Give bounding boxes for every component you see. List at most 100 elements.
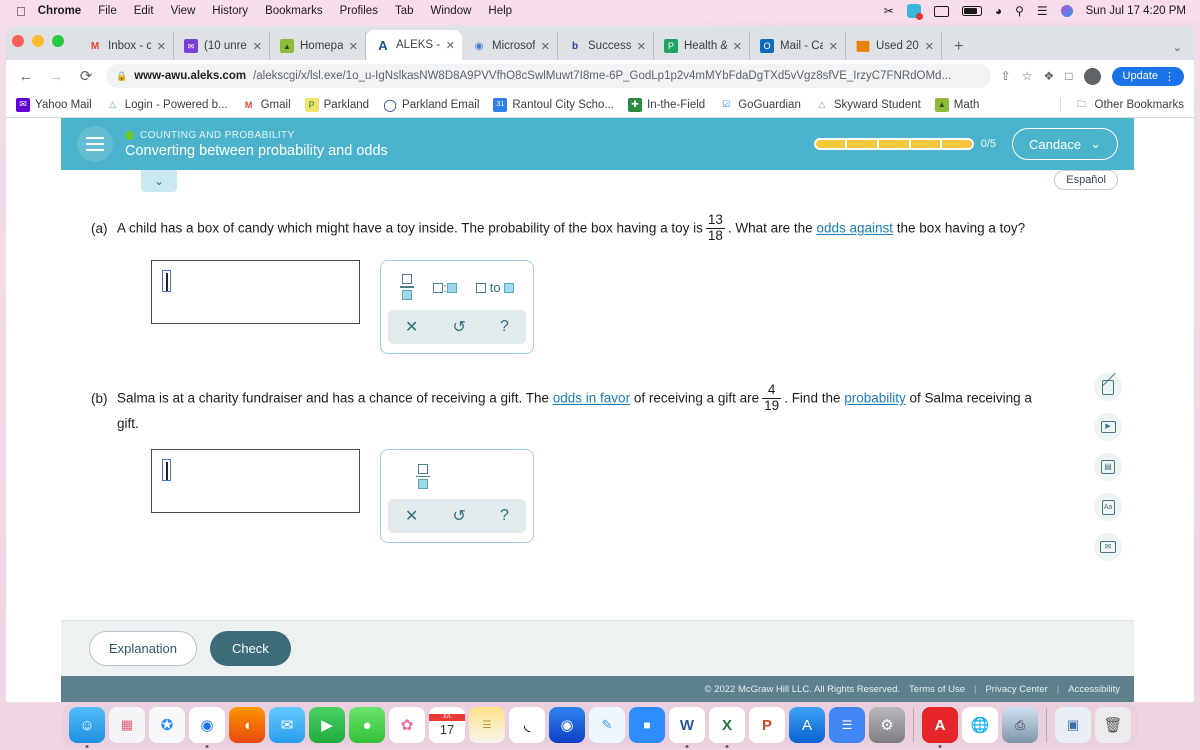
check-button[interactable]: Check bbox=[209, 631, 291, 666]
hamburger-icon[interactable] bbox=[77, 126, 113, 162]
dock-system-preferences[interactable]: ⚙ bbox=[869, 707, 905, 743]
close-tab-button[interactable]: ✕ bbox=[637, 40, 646, 53]
close-tab-button[interactable]: ✕ bbox=[541, 40, 550, 53]
answer-input-a[interactable] bbox=[151, 260, 360, 325]
spotlight-search-icon[interactable]: ⚲ bbox=[1015, 4, 1024, 18]
probability-link[interactable]: probability bbox=[844, 391, 906, 406]
side-panel-icon[interactable]: □ bbox=[1065, 69, 1072, 83]
close-tab-button[interactable]: ✕ bbox=[925, 40, 934, 53]
bookmark-login[interactable]: △ Login - Powered b... bbox=[106, 98, 227, 112]
dock-safari[interactable]: ✪ bbox=[149, 707, 185, 743]
maximize-window-button[interactable] bbox=[52, 35, 64, 47]
minimize-window-button[interactable] bbox=[32, 35, 44, 47]
bookmark-parkland-email[interactable]: ◯ Parkland Email bbox=[383, 98, 479, 112]
help-button[interactable]: ? bbox=[492, 318, 517, 336]
dock-notes[interactable]: ☰ bbox=[469, 707, 505, 743]
dock-acrobat[interactable]: A bbox=[922, 707, 958, 743]
dock-calendar[interactable]: JUL 17 bbox=[429, 707, 465, 743]
close-window-button[interactable] bbox=[12, 35, 24, 47]
video-player-icon[interactable]: ▶ bbox=[1094, 413, 1122, 441]
browser-tab[interactable]: O Mail - Canda ✕ bbox=[750, 32, 846, 60]
terms-of-use-link[interactable]: Terms of Use bbox=[909, 684, 965, 695]
undo-button[interactable]: ↺ bbox=[445, 506, 474, 526]
update-button[interactable]: Update ⋮ bbox=[1111, 66, 1184, 86]
display-icon[interactable] bbox=[933, 5, 949, 17]
menu-item-edit[interactable]: Edit bbox=[134, 5, 154, 17]
menu-item-view[interactable]: View bbox=[171, 5, 196, 17]
dock-finder[interactable]: ☺ bbox=[69, 707, 105, 743]
close-tab-button[interactable]: ✕ bbox=[829, 40, 838, 53]
close-tab-button[interactable]: ✕ bbox=[157, 40, 166, 53]
dock-mail[interactable]: ✉ bbox=[269, 707, 305, 743]
menu-item-help[interactable]: Help bbox=[488, 5, 512, 17]
dock-google-docs[interactable]: ☰ bbox=[829, 707, 865, 743]
dock-photos[interactable]: ✿ bbox=[389, 707, 425, 743]
browser-tab[interactable]: M Inbox - cjohn ✕ bbox=[78, 32, 174, 60]
browser-tab-active[interactable]: A ALEKS - Can ✕ bbox=[366, 30, 462, 60]
menu-item-file[interactable]: File bbox=[98, 5, 117, 17]
menu-bar-clock[interactable]: Sun Jul 17 4:20 PM bbox=[1086, 5, 1186, 17]
browser-tab[interactable]: ◉ Microsoft W ✕ bbox=[462, 32, 558, 60]
dock-notability[interactable]: ✎ bbox=[589, 707, 625, 743]
close-tab-button[interactable]: ✕ bbox=[733, 40, 742, 53]
menu-item-window[interactable]: Window bbox=[431, 5, 472, 17]
tab-search-chevron-icon[interactable]: ⌄ bbox=[1173, 41, 1182, 54]
answer-input-b[interactable] bbox=[151, 449, 360, 514]
accessibility-link[interactable]: Accessibility bbox=[1068, 684, 1120, 695]
dock-trash[interactable]: 🗑 bbox=[1095, 707, 1131, 743]
menu-item-history[interactable]: History bbox=[212, 5, 248, 17]
bookmark-skyward[interactable]: △ Skyward Student bbox=[815, 98, 920, 112]
ratio-button[interactable]: : bbox=[425, 280, 465, 295]
dock-jamf[interactable]: ◟ bbox=[509, 707, 545, 743]
message-icon[interactable]: ✉ bbox=[1094, 533, 1122, 561]
dock-messages[interactable]: ● bbox=[349, 707, 385, 743]
browser-tab[interactable]: P Health & Hun ✕ bbox=[654, 32, 750, 60]
extensions-icon[interactable]: ❖ bbox=[1044, 69, 1055, 83]
control-center-icon[interactable]: ☰ bbox=[1037, 4, 1048, 18]
dock-firefox[interactable]: ◖ bbox=[229, 707, 265, 743]
dock-powerpoint[interactable]: P bbox=[749, 707, 785, 743]
undo-button[interactable]: ↺ bbox=[445, 317, 474, 337]
address-bar[interactable]: 🔒 www-awu.aleks.com/alekscgi/x/lsl.exe/1… bbox=[106, 64, 991, 88]
scissors-icon[interactable]: ✂ bbox=[884, 4, 894, 18]
worksheet-icon[interactable]: ▤ bbox=[1094, 453, 1122, 481]
calculator-disabled-icon[interactable] bbox=[1094, 372, 1122, 401]
to-ratio-button[interactable]: to bbox=[468, 280, 522, 295]
profile-avatar[interactable] bbox=[1083, 67, 1101, 85]
browser-tab[interactable]: b Success Con ✕ bbox=[558, 32, 654, 60]
text-size-icon[interactable]: Aa bbox=[1094, 493, 1122, 521]
dock-lightbulb[interactable]: ◉ bbox=[549, 707, 585, 743]
dock-app-store[interactable]: A bbox=[789, 707, 825, 743]
collapse-toggle-button[interactable]: ⌄ bbox=[141, 170, 177, 192]
bookmark-star-icon[interactable]: ☆ bbox=[1022, 69, 1033, 83]
user-menu-button[interactable]: Candace ⌄ bbox=[1012, 128, 1118, 160]
battery-icon[interactable] bbox=[961, 6, 982, 16]
menu-item-tab[interactable]: Tab bbox=[395, 5, 414, 17]
dock-launchpad[interactable]: ▦ bbox=[109, 707, 145, 743]
menu-item-chrome[interactable]: Chrome bbox=[38, 5, 81, 17]
dock-zoom[interactable]: ■ bbox=[629, 707, 665, 743]
dock-facetime[interactable]: ▶ bbox=[309, 707, 345, 743]
browser-tab[interactable]: ▲ Homepage - ✕ bbox=[270, 32, 366, 60]
dock-excel[interactable]: X bbox=[709, 707, 745, 743]
forward-button[interactable]: → bbox=[46, 68, 66, 85]
close-tab-button[interactable]: ✕ bbox=[253, 40, 262, 53]
bookmark-math[interactable]: ▲ Math bbox=[934, 97, 979, 112]
privacy-center-link[interactable]: Privacy Center bbox=[985, 684, 1047, 695]
bookmark-gmail[interactable]: M Gmail bbox=[242, 98, 291, 112]
apple-logo-icon[interactable]:  bbox=[16, 5, 26, 18]
dock-window-preview[interactable]: ▣ bbox=[1055, 707, 1091, 743]
chrome-menu-icon[interactable]: ⋮ bbox=[1164, 70, 1175, 83]
dock-word[interactable]: W bbox=[669, 707, 705, 743]
close-tab-button[interactable]: ✕ bbox=[446, 39, 455, 52]
bookmark-parkland[interactable]: P Parkland bbox=[304, 97, 369, 112]
wifi-icon[interactable]: ◕ bbox=[995, 4, 1002, 18]
dock-chrome[interactable]: ◉ bbox=[189, 707, 225, 743]
bookmark-yahoo-mail[interactable]: ✉ Yahoo Mail bbox=[16, 97, 92, 112]
odds-in-favor-link[interactable]: odds in favor bbox=[553, 391, 630, 406]
back-button[interactable]: ← bbox=[16, 68, 36, 85]
dock-printer[interactable]: ⎙ bbox=[1002, 707, 1038, 743]
fraction-button[interactable] bbox=[408, 463, 438, 489]
siri-icon[interactable] bbox=[1060, 5, 1073, 17]
odds-against-link[interactable]: odds against bbox=[816, 221, 893, 236]
